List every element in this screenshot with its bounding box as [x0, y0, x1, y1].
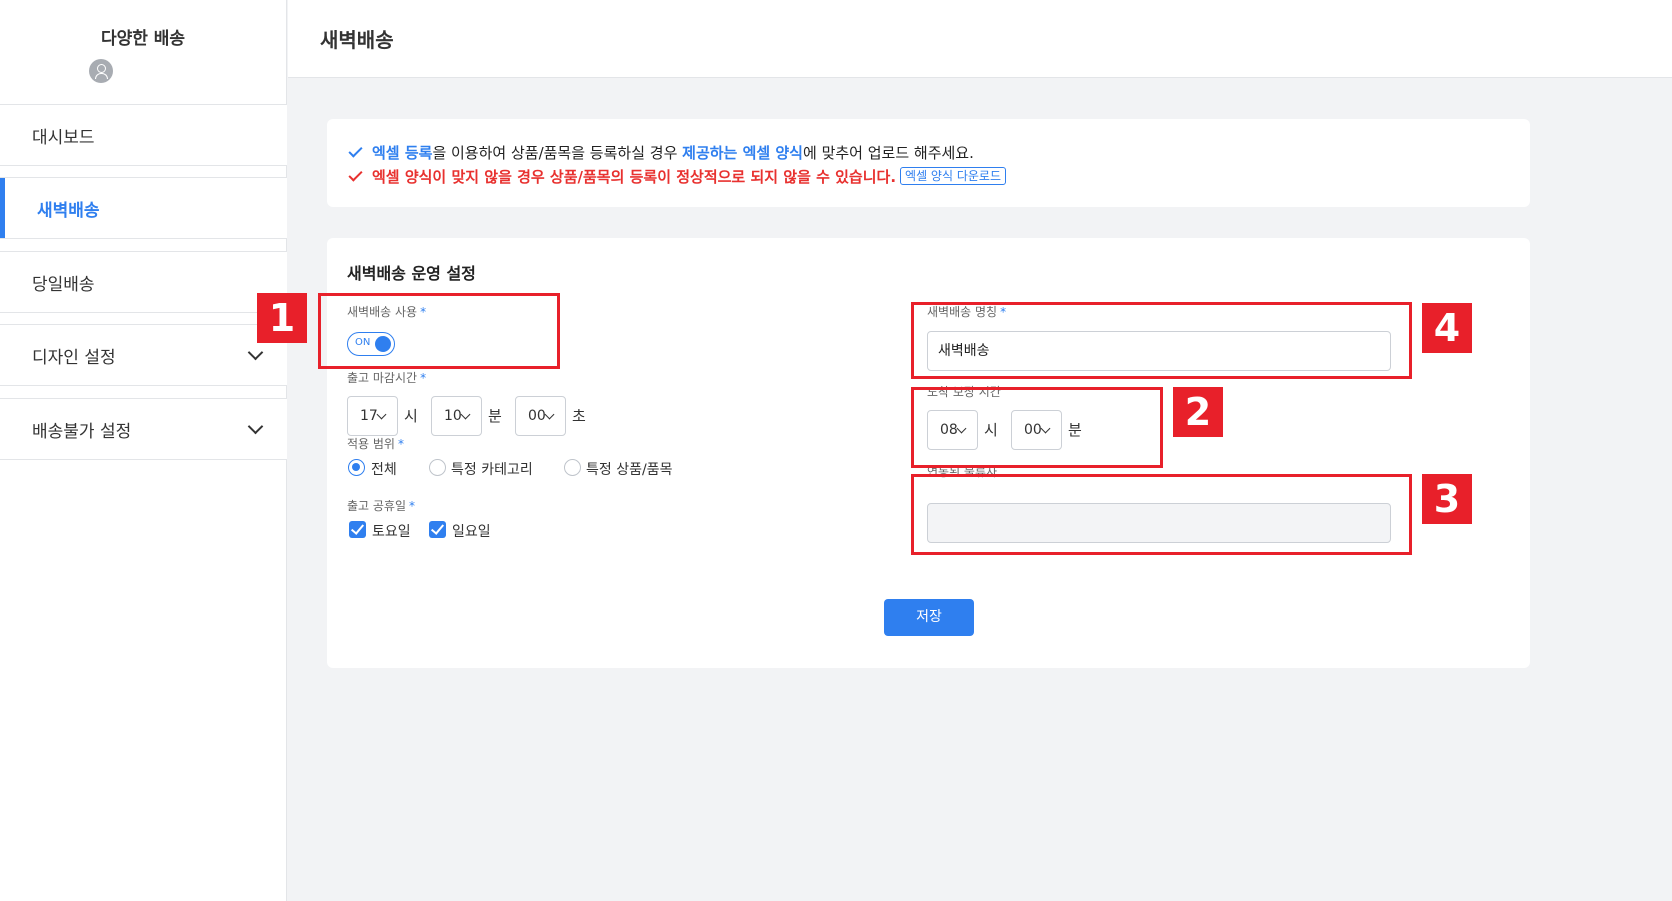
notice-line-warning: 엑셀 양식이 맞지 않을 경우 상품/품목의 등록이 정상적으로 되지 않을 수…	[347, 165, 1510, 189]
hour-unit: 시	[404, 407, 418, 425]
cutoff-hour-select[interactable]: 17	[347, 396, 398, 436]
required-mark: *	[420, 371, 427, 385]
check-icon	[348, 167, 363, 182]
annotation-number-2: 2	[1173, 387, 1223, 437]
chevron-down-icon	[247, 418, 264, 435]
holiday-option-label: 토요일	[372, 524, 411, 540]
sidebar-item-label: 당일배송	[32, 274, 95, 295]
holiday-label-text: 출고 공휴일	[347, 499, 407, 513]
annotation-number-3: 3	[1422, 474, 1472, 524]
scope-radio-category[interactable]	[429, 459, 446, 476]
select-value: 10	[444, 408, 462, 424]
brand-area: 다양한 배송	[0, 0, 286, 110]
required-mark: *	[409, 499, 416, 513]
notice-highlight: 엑셀 등록	[372, 144, 433, 162]
annotation-box-1	[318, 293, 560, 369]
holiday-option-label: 일요일	[452, 524, 491, 540]
annotation-number-1: 1	[257, 293, 307, 343]
page-title: 새벽배송	[320, 28, 394, 52]
sidebar-item-same-day-delivery[interactable]: 당일배송	[0, 251, 287, 313]
sidebar-item-undeliverable-settings[interactable]: 배송불가 설정	[0, 398, 287, 460]
annotation-box-3	[911, 474, 1412, 555]
annotation-box-2	[911, 387, 1163, 468]
scope-option-label: 전체	[371, 462, 397, 478]
select-value: 00	[528, 408, 546, 424]
brand-title: 다양한 배송	[100, 29, 186, 49]
scope-option-label: 특정 카테고리	[451, 462, 533, 478]
sidebar-item-dawn-delivery[interactable]: 새벽배송	[0, 177, 287, 239]
sidebar-item-dashboard[interactable]: 대시보드	[0, 104, 287, 166]
holiday-label: 출고 공휴일 *	[347, 497, 415, 514]
cutoff-label-text: 출고 마감시간	[347, 371, 418, 385]
notice-line-info: 엑셀 등록을 이용하여 상품/품목을 등록하실 경우 제공하는 엑셀 양식에 맞…	[347, 141, 1510, 165]
sidebar-item-label: 배송불가 설정	[32, 421, 132, 442]
sidebar-item-label: 디자인 설정	[32, 347, 116, 368]
header: 새벽배송	[288, 0, 1672, 78]
notice-text: 을 이용하여 상품/품목을 등록하실 경우	[432, 144, 683, 162]
sidebar: 다양한 배송 대시보드 새벽배송 당일배송 디자인 설정 배송불가 설정	[0, 0, 287, 901]
chevron-down-icon	[544, 409, 555, 420]
sidebar-item-label: 대시보드	[32, 127, 95, 148]
warning-text: 엑셀 양식이 맞지 않을 경우 상품/품목의 등록이 정상적으로 되지 않을 수…	[372, 168, 897, 186]
minute-unit: 분	[488, 407, 502, 425]
annotation-box-4	[911, 302, 1412, 379]
excel-notice: 엑셀 등록을 이용하여 상품/품목을 등록하실 경우 제공하는 엑셀 양식에 맞…	[327, 119, 1530, 207]
required-mark: *	[397, 437, 404, 451]
second-unit: 초	[572, 407, 586, 425]
cutoff-label: 출고 마감시간 *	[347, 369, 426, 386]
user-avatar-icon[interactable]	[89, 59, 113, 83]
scope-option-label: 특정 상품/품목	[586, 462, 673, 478]
scope-radio-all[interactable]	[348, 459, 365, 476]
sidebar-item-design-settings[interactable]: 디자인 설정	[0, 324, 287, 386]
holiday-sunday-checkbox[interactable]	[429, 521, 446, 538]
scope-radio-product[interactable]	[564, 459, 581, 476]
chevron-down-icon	[247, 344, 264, 361]
select-value: 17	[360, 408, 378, 424]
cutoff-minute-select[interactable]: 10	[431, 396, 482, 436]
card-title: 새벽배송 운영 설정	[347, 264, 476, 283]
save-button[interactable]: 저장	[884, 599, 974, 636]
chevron-down-icon	[376, 409, 387, 420]
scope-label: 적용 범위 *	[347, 435, 404, 452]
chevron-down-icon	[460, 409, 471, 420]
sidebar-item-label: 새벽배송	[37, 200, 100, 221]
notice-text: 에 맞추어 업로드 해주세요.	[803, 144, 974, 162]
excel-template-download-button[interactable]: 엑셀 양식 다운로드	[900, 167, 1006, 185]
cutoff-second-select[interactable]: 00	[515, 396, 566, 436]
notice-highlight: 제공하는 엑셀 양식	[682, 144, 803, 162]
holiday-saturday-checkbox[interactable]	[349, 521, 366, 538]
annotation-number-4: 4	[1422, 303, 1472, 353]
scope-label-text: 적용 범위	[347, 437, 395, 451]
check-icon	[348, 143, 363, 158]
